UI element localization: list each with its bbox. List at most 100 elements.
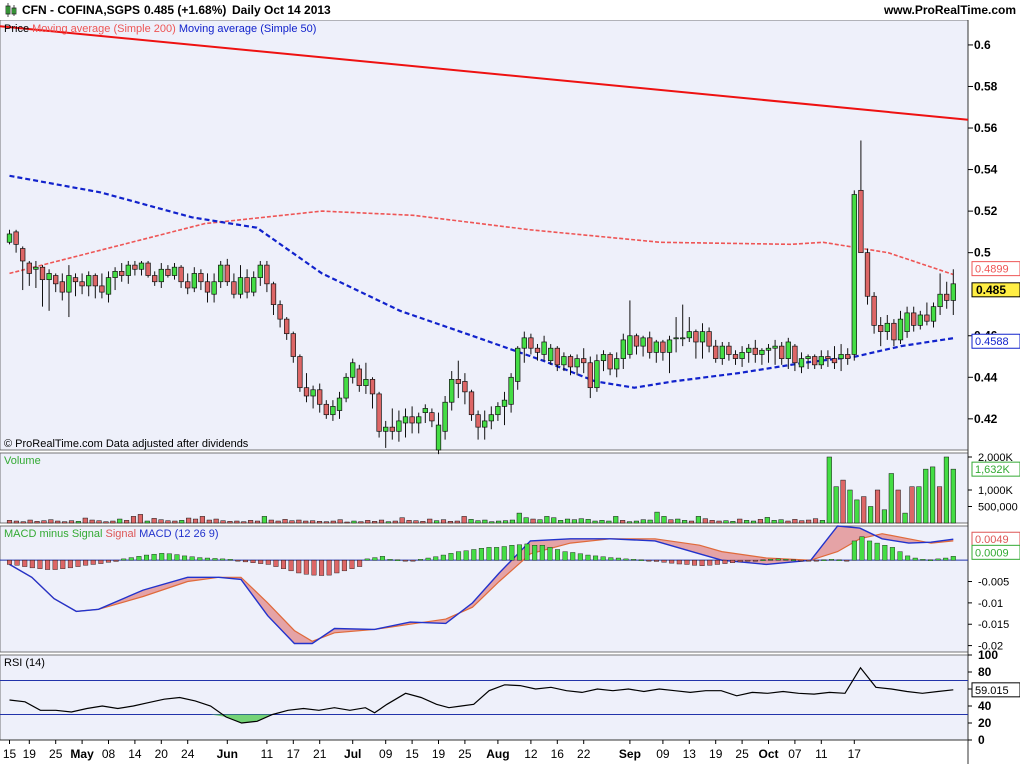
macd-hist-bar [174,554,180,561]
macd-hist-bar [311,559,317,576]
candle-body [145,262,151,276]
volume-bar [427,518,433,524]
volume-bar [599,520,605,524]
macd-hist-bar [204,557,210,561]
candle-body [858,189,864,254]
legend-entry: Moving average (Simple 200) [29,23,176,35]
volume-bar [709,520,715,524]
candle-body [541,341,547,355]
candle-body [39,266,46,281]
volume-bar [158,519,164,524]
x-tick-label: 11 [261,747,274,761]
price-tick-label: 0.56 [974,121,998,135]
macd-hist-bar [281,559,287,569]
macd-hist-bar [379,556,385,561]
macd-hist-bar [349,559,355,569]
volume-bar [750,520,757,524]
macd-hist-bar [456,551,462,561]
candle-body [422,408,428,413]
macd-hist-bar [524,543,530,561]
volume-bar [530,518,536,524]
candle-body [779,345,785,359]
macd-hist-bar [905,555,911,561]
volume-title: Volume [4,455,41,467]
macd-hist-bar [478,548,484,561]
volume-bar [144,520,150,524]
macd-hist-bar [372,557,378,561]
macd-hist-bar [768,559,774,561]
rsi-tick-label: 20 [978,716,992,730]
macd-hist-bar [889,547,895,561]
macd-hist-bar [821,559,827,561]
rsi-value: 59.015 [975,685,1009,697]
volume-bar [489,521,495,524]
volume-bar [626,521,633,524]
volume-bar [620,520,626,524]
volume-bar [799,520,805,524]
volume-bar [523,517,529,524]
candle-body [264,264,270,285]
price-tick-label: 0.42 [974,412,998,426]
macd-hist-bar [730,559,736,563]
ma50-value: 0.4588 [975,336,1009,348]
candle-body [488,414,494,422]
macd-hist-bar [539,545,545,561]
candle-body [673,337,679,340]
macd-hist-bar [433,556,439,561]
volume-bar [275,520,281,524]
macd-hist-bar [166,553,172,561]
candle-body [99,285,105,293]
macd-hist-bar [136,556,142,561]
macd-hist-bar [532,545,538,561]
candle-body [699,331,706,343]
volume-bar [888,473,894,524]
volume-bar [633,520,639,524]
macd-hist-bar [501,546,507,561]
macd-hist-bar [722,559,728,564]
rsi-tick-label: 0 [978,733,985,747]
macd-hist-bar [570,552,576,561]
x-tick-label: 11 [815,747,828,761]
candle-body [92,275,98,287]
x-tick-label: 22 [577,747,591,761]
macd-hist-bar [273,559,279,567]
volume-bar [420,521,426,524]
rsi-tick-label: 100 [978,648,998,662]
volume-bar [654,511,660,524]
candle-body [231,281,237,295]
macd-hist-bar [52,559,58,570]
volume-bar [868,506,874,524]
macd-hist-bar [783,559,789,561]
macd-hist-bar [600,556,606,561]
x-tick-label: 09 [656,747,670,761]
candle-body [435,424,442,451]
macd-hist-bar [912,557,918,561]
candle-body [53,275,59,285]
macd-hist-bar [242,559,248,563]
price-legend: Price Moving average (Simple 200) Moving… [4,23,316,35]
x-tick-label: 19 [23,747,37,761]
x-tick-label: 13 [683,747,697,761]
macd-hist-bar [745,559,751,562]
macd-hist-bar [714,559,720,565]
candle-body [86,275,92,287]
candle-body [224,264,230,283]
x-axis: 15 19 25 May 08 14 20 24 Jun 11 17 21 Jul 09 15 19 25 Aug… [0,739,968,761]
candlestick-app-icon [5,3,17,17]
macd-hist-bar [867,540,873,561]
candle-body [746,347,752,353]
chart-area[interactable]: 0.60.580.560.540.520.50.460.440.42Price … [0,20,1020,764]
macd-hist-bar [303,559,309,575]
candle-body [653,341,659,353]
macd-tick-label: -0.01 [978,598,1003,610]
volume-bar [234,520,240,524]
candle-body [838,354,844,359]
volume-bar [241,521,247,524]
candle-body [389,426,395,432]
macd-hist-bar [707,559,713,566]
macd-hist-bar [448,553,454,561]
macd-hist-bar [29,559,35,569]
candle-body [363,379,369,386]
volume-bar [268,519,274,524]
macd-hist-bar [83,559,89,566]
